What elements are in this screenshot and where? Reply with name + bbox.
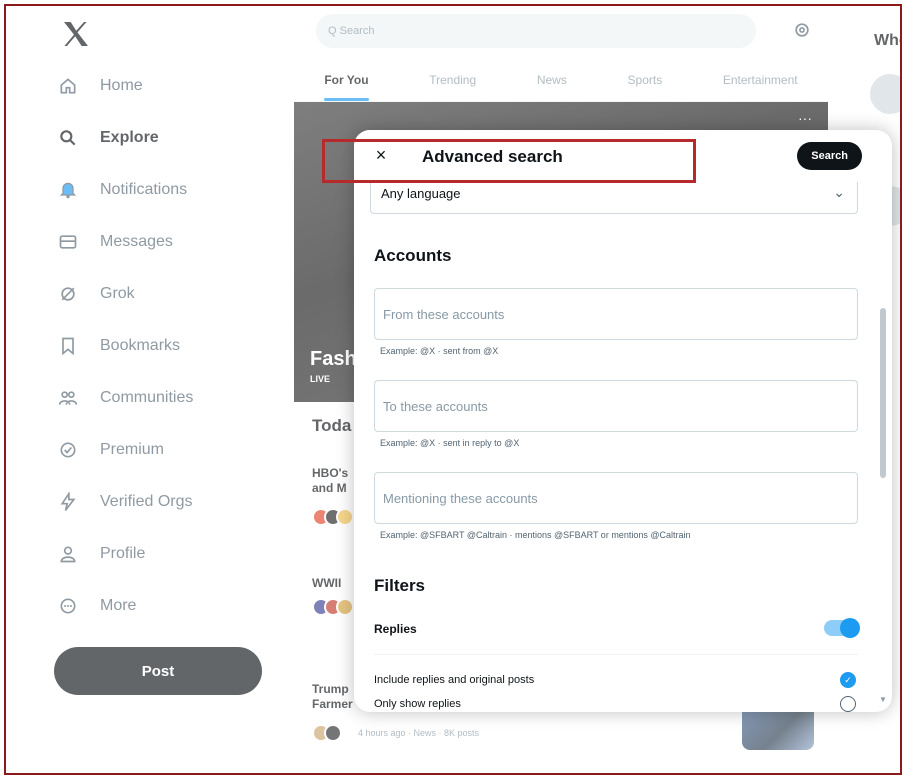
language-value: Any language: [381, 186, 461, 201]
filters-section-title: Filters: [374, 576, 426, 595]
mentioning-accounts-input[interactable]: Mentioning these accounts: [374, 472, 858, 524]
toggle-knob: [840, 618, 860, 638]
accounts-section-title: Accounts: [374, 246, 452, 265]
advanced-search-form: Any language ⌄ Accounts From these accou…: [354, 130, 876, 712]
to-accounts-placeholder: To these accounts: [383, 398, 488, 414]
dialog-scrollbar[interactable]: ▲ ▼: [878, 138, 888, 704]
divider: [374, 654, 858, 655]
only-replies-radio[interactable]: [840, 696, 856, 712]
advanced-search-dialog: Any language ⌄ Accounts From these accou…: [354, 130, 892, 712]
scroll-thumb[interactable]: [880, 308, 886, 478]
from-accounts-hint: Example: @X · sent from @X: [380, 346, 499, 356]
chevron-down-icon: ⌄: [833, 184, 845, 200]
search-button[interactable]: Search: [797, 142, 862, 170]
scroll-down-icon[interactable]: ▼: [878, 695, 888, 704]
mentioning-accounts-hint: Example: @SFBART @Caltrain · mentions @S…: [380, 530, 691, 540]
close-icon[interactable]: ×: [370, 144, 392, 166]
replies-toggle[interactable]: [824, 618, 860, 638]
from-accounts-placeholder: From these accounts: [383, 306, 505, 322]
screenshot-frame: Home Explore Notifications Messages Grok: [4, 4, 902, 775]
only-replies-label: Only show replies: [374, 698, 461, 710]
include-replies-label: Include replies and original posts: [374, 674, 535, 686]
replies-label: Replies: [374, 622, 417, 636]
dialog-title: Advanced search: [422, 147, 563, 166]
to-accounts-input[interactable]: To these accounts: [374, 380, 858, 432]
from-accounts-input[interactable]: From these accounts: [374, 288, 858, 340]
to-accounts-hint: Example: @X · sent in reply to @X: [380, 438, 520, 448]
mentioning-accounts-placeholder: Mentioning these accounts: [383, 490, 538, 506]
dialog-header: × Advanced search Search: [354, 130, 892, 182]
include-replies-radio[interactable]: ✓: [840, 672, 856, 688]
